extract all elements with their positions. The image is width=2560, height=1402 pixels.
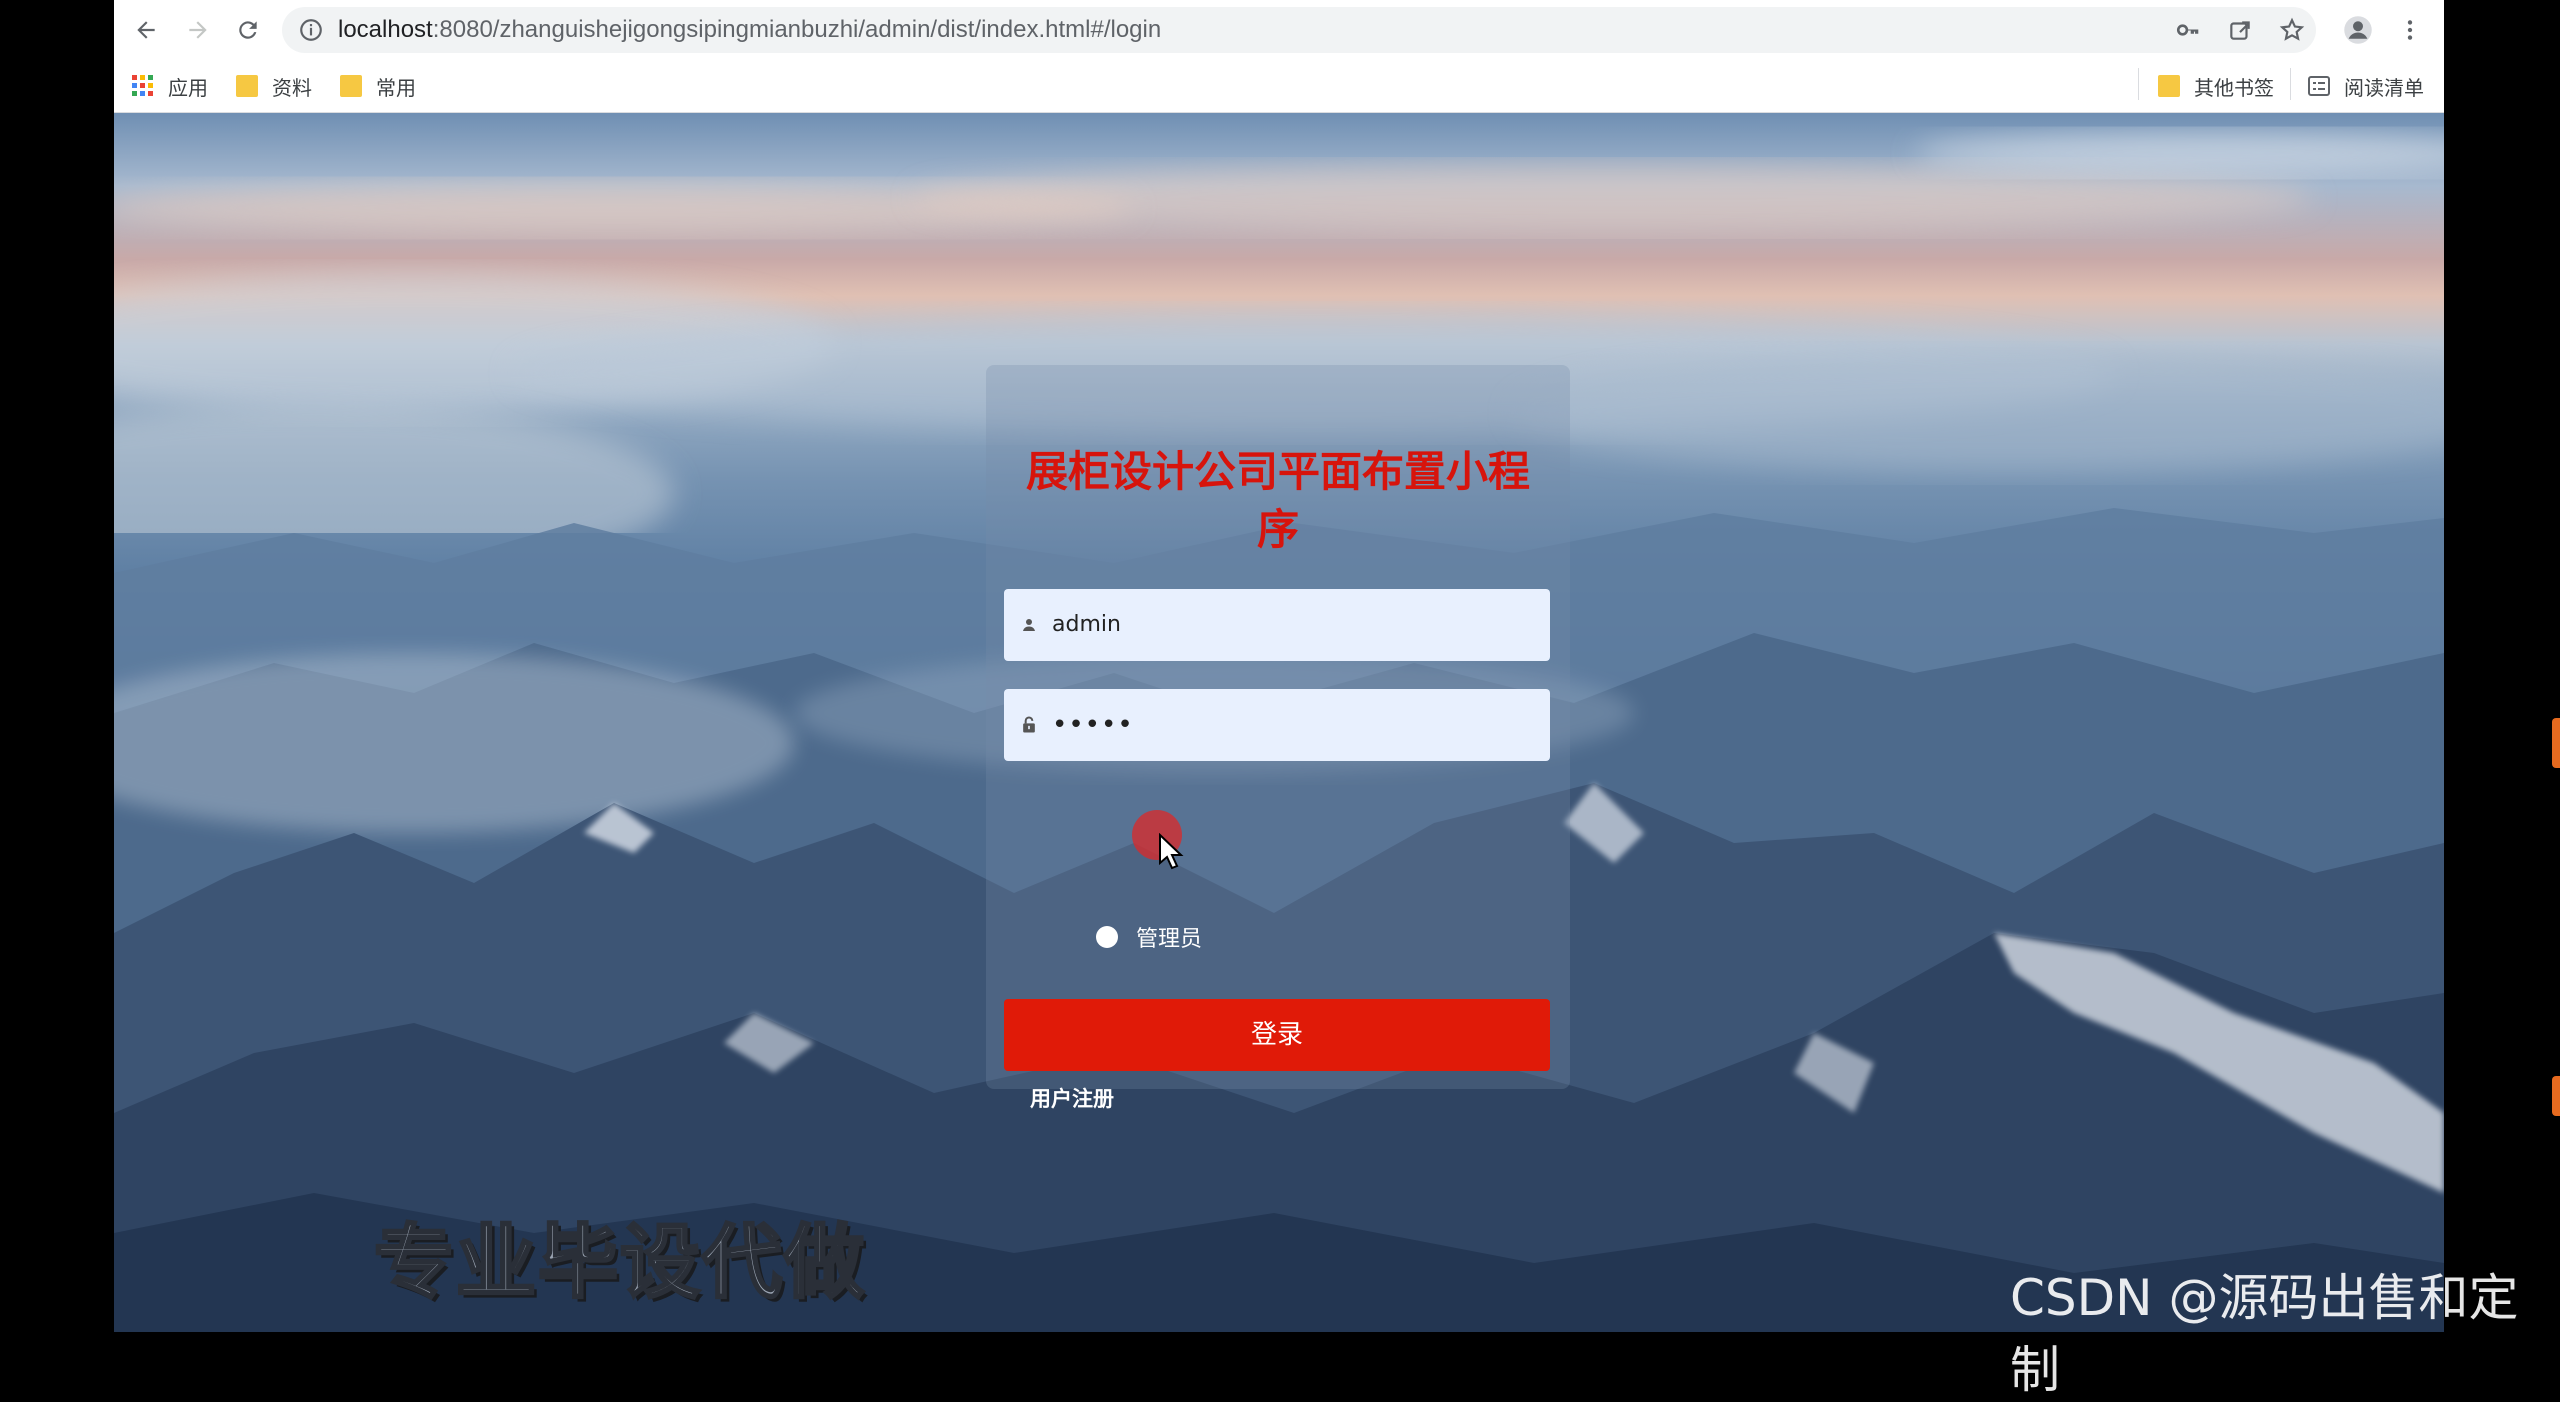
bookmarks-bar: 应用 资料 常用 其他书签 阅读清单 <box>114 60 2444 113</box>
app-title: 展柜设计公司平面布置小程序 <box>1025 447 1530 554</box>
arrow-right-icon <box>189 21 207 39</box>
radio-circle[interactable] <box>1096 926 1118 948</box>
screen-frame: localhost:8080/zhanguishejigongsipingmia… <box>0 0 2560 1399</box>
bookmark-other[interactable]: 其他书签 <box>2158 60 2274 112</box>
bookmark-reading-list[interactable]: 阅读清单 <box>2308 60 2424 112</box>
edge-tab <box>2552 718 2560 768</box>
back-button[interactable] <box>128 12 164 48</box>
bookmark-label: 应用 <box>168 75 208 100</box>
address-bar[interactable]: localhost:8080/zhanguishejigongsipingmia… <box>282 7 2316 53</box>
username-input[interactable]: admin <box>1052 589 1121 661</box>
bookmark-label: 常用 <box>376 75 416 100</box>
browser-menu-button[interactable] <box>2392 12 2428 48</box>
password-field[interactable]: ••••• <box>1004 689 1550 761</box>
apps-grid-icon <box>132 75 154 97</box>
role-label: 管理员 <box>1136 927 1203 952</box>
folder-icon <box>236 75 258 97</box>
bookmark-apps[interactable]: 应用 <box>132 60 208 112</box>
site-info-icon[interactable] <box>298 17 324 43</box>
bookmark-label: 其他书签 <box>2194 75 2274 100</box>
url-text[interactable]: localhost:8080/zhanguishejigongsipingmia… <box>338 7 1161 53</box>
avatar-icon <box>2344 16 2372 44</box>
bookmarks-divider <box>2138 68 2139 100</box>
bookmark-label: 资料 <box>272 75 312 100</box>
share-button[interactable] <box>2222 12 2258 48</box>
login-page: 展柜设计公司平面布置小程序 admin ••••• 管理员 登录 用户注册 <box>114 113 2444 1332</box>
promo-overlay-text: 专业毕设代做 <box>373 1215 866 1311</box>
role-radio[interactable]: 管理员 <box>1096 919 1202 955</box>
reading-list-icon <box>2308 75 2330 97</box>
password-input[interactable]: ••••• <box>1052 689 1134 761</box>
folder-icon <box>340 75 362 97</box>
folder-icon <box>2158 75 2180 97</box>
user-icon <box>1016 612 1042 638</box>
star-icon <box>2279 17 2305 41</box>
browser-window: localhost:8080/zhanguishejigongsipingmia… <box>114 0 2444 1332</box>
bookmarks-divider <box>2290 68 2291 100</box>
mouse-cursor-icon <box>1159 833 1184 870</box>
bookmark-folder-changyong[interactable]: 常用 <box>340 60 416 112</box>
profile-button[interactable] <box>2340 12 2376 48</box>
edge-tab <box>2552 1076 2560 1116</box>
csdn-watermark: CSDN @源码出售和定制 <box>2010 1269 2519 1399</box>
register-link[interactable]: 用户注册 <box>1030 1083 1114 1113</box>
login-button[interactable]: 登录 <box>1004 999 1550 1071</box>
more-vert-icon <box>2407 20 2413 40</box>
forward-button[interactable] <box>180 12 216 48</box>
login-panel: 展柜设计公司平面布置小程序 admin ••••• 管理员 登录 用户注册 <box>986 365 1570 1111</box>
username-field[interactable]: admin <box>1004 589 1550 661</box>
key-icon <box>2176 24 2199 36</box>
lock-icon <box>1016 712 1042 738</box>
browser-toolbar: localhost:8080/zhanguishejigongsipingmia… <box>114 0 2444 60</box>
reload-button[interactable] <box>230 12 266 48</box>
arrow-left-icon <box>137 21 155 39</box>
bookmark-label: 阅读清单 <box>2344 75 2424 100</box>
bookmark-folder-ziliao[interactable]: 资料 <box>236 60 312 112</box>
reload-icon <box>239 21 257 39</box>
share-icon <box>2230 21 2250 40</box>
bookmark-star-button[interactable] <box>2274 12 2310 48</box>
password-key-button[interactable] <box>2170 12 2206 48</box>
